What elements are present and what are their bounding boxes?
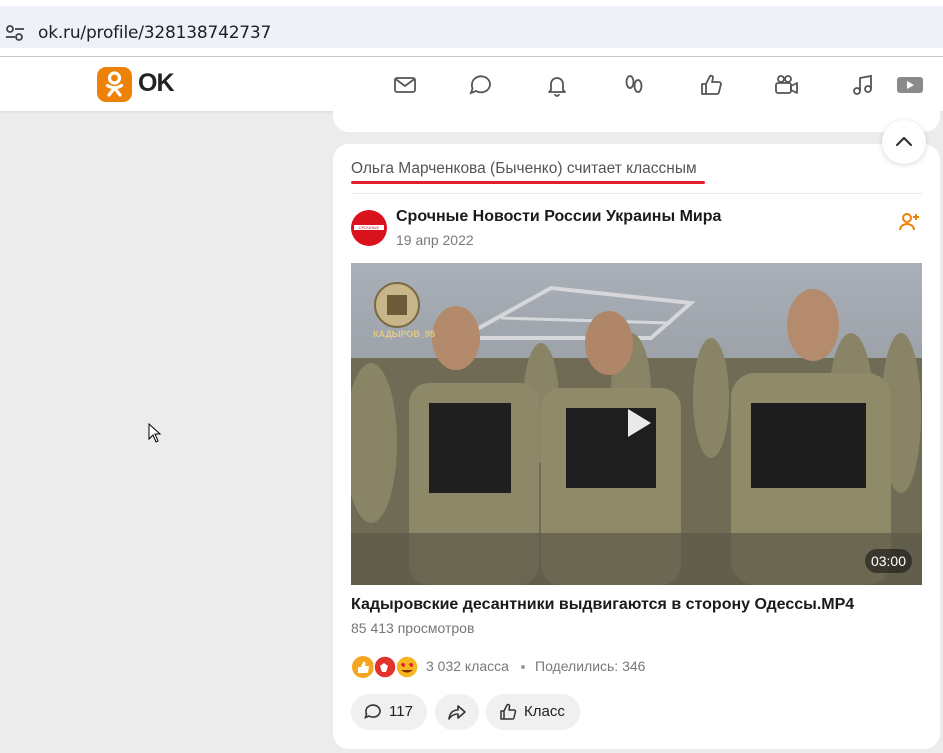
class-label: Класс bbox=[524, 703, 565, 720]
comments-count: 117 bbox=[389, 703, 413, 720]
like-icon[interactable] bbox=[698, 72, 724, 98]
video-tab-icon[interactable] bbox=[896, 72, 924, 98]
scroll-top-button[interactable] bbox=[882, 120, 926, 164]
avatar-label: СРОЧНЫЕ НОВОСТИ bbox=[354, 225, 384, 230]
browser-address-bar: ok.ru/profile/328138742737 bbox=[0, 0, 943, 57]
class-button[interactable]: Класс bbox=[486, 694, 580, 730]
music-icon[interactable] bbox=[850, 72, 876, 98]
mouse-cursor-icon bbox=[148, 423, 162, 443]
play-icon[interactable] bbox=[617, 403, 657, 443]
share-count[interactable]: Поделились: 346 bbox=[535, 658, 645, 674]
previous-post-card bbox=[333, 100, 940, 132]
separator-dot bbox=[521, 665, 525, 669]
chat-icon[interactable] bbox=[468, 72, 494, 98]
highlight-underline bbox=[351, 181, 705, 184]
post-date[interactable]: 19 апр 2022 bbox=[396, 232, 474, 248]
video-camera-icon[interactable] bbox=[773, 72, 799, 98]
class-count[interactable]: 3 032 класса bbox=[426, 658, 509, 674]
share-button[interactable] bbox=[435, 694, 479, 730]
video-watermark: КАДЫРОВ_95 bbox=[373, 329, 435, 339]
group-avatar[interactable]: СРОЧНЫЕ НОВОСТИ bbox=[351, 210, 387, 246]
reactions-icons[interactable] bbox=[351, 655, 421, 679]
share-icon bbox=[448, 705, 466, 720]
comment-icon bbox=[364, 704, 381, 719]
add-friend-icon[interactable] bbox=[897, 210, 921, 234]
mail-icon[interactable] bbox=[392, 72, 418, 98]
video-duration: 03:00 bbox=[864, 549, 912, 573]
liked-by-text[interactable]: Ольга Марченкова (Быченко) считает класс… bbox=[351, 160, 697, 178]
view-count: 85 413 просмотров bbox=[351, 620, 475, 636]
logo-text[interactable]: OK bbox=[138, 69, 174, 98]
comments-button[interactable]: 117 bbox=[351, 694, 427, 730]
guests-icon[interactable] bbox=[621, 72, 647, 98]
group-name-link[interactable]: Срочные Новости России Украины Мира bbox=[396, 208, 721, 226]
video-player[interactable]: КАДЫРОВ_95 03:00 bbox=[351, 263, 922, 585]
bell-icon[interactable] bbox=[544, 72, 570, 98]
chevron-up-icon bbox=[895, 136, 913, 147]
feed-post-card: Ольга Марченкова (Быченко) считает класс… bbox=[333, 144, 940, 749]
address-field[interactable]: ok.ru/profile/328138742737 bbox=[0, 6, 943, 48]
divider bbox=[351, 193, 922, 194]
url-text[interactable]: ok.ru/profile/328138742737 bbox=[38, 23, 271, 43]
video-title-link[interactable]: Кадыровские десантники выдвигаются в сто… bbox=[351, 596, 854, 614]
ok-logo-icon[interactable] bbox=[97, 67, 132, 102]
site-settings-icon[interactable] bbox=[4, 23, 26, 43]
thumbs-up-icon bbox=[500, 703, 517, 720]
